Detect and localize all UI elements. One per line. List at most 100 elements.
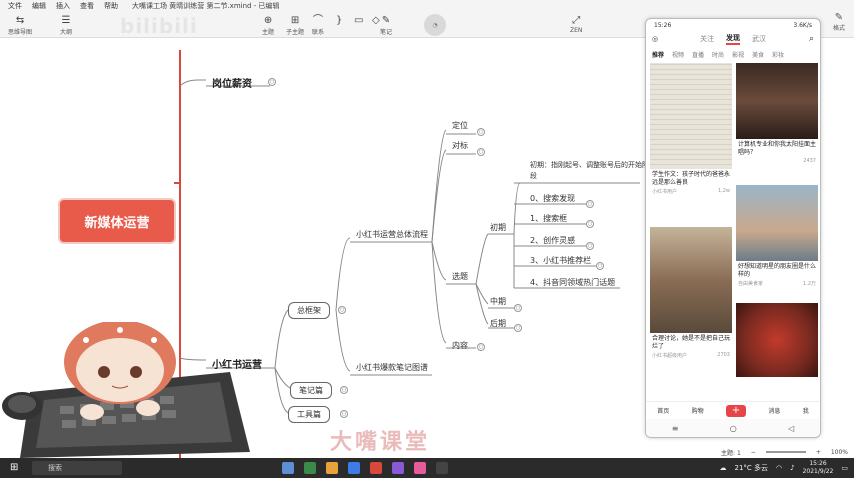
- cat-recommend[interactable]: 推荐: [652, 50, 664, 59]
- collapse-toggle[interactable]: ○: [586, 220, 594, 228]
- phone-search-icon[interactable]: ⌕: [809, 34, 814, 44]
- zoom-out-icon[interactable]: −: [751, 449, 756, 456]
- feed-card[interactable]: 学生作文：孩子时代的爸爸永远是那么善良 小红书用户 1,2w: [650, 63, 732, 223]
- folder-icon[interactable]: [326, 462, 338, 474]
- app-icon[interactable]: [304, 462, 316, 474]
- menu-edit[interactable]: 编辑: [32, 1, 46, 11]
- topic-label: 主题: [262, 29, 275, 36]
- menu-icon[interactable]: ≡: [672, 424, 679, 433]
- home-icon[interactable]: ○: [730, 424, 737, 433]
- taskbar-search[interactable]: 搜索: [32, 461, 122, 475]
- cat-fashion[interactable]: 时尚: [712, 50, 724, 59]
- topic-button[interactable]: ⊕ 主题: [262, 15, 274, 36]
- back-icon[interactable]: ◁: [788, 424, 794, 433]
- note-label: 笔记: [380, 29, 393, 36]
- nav-shop[interactable]: 购物: [692, 406, 704, 415]
- feed-card[interactable]: [736, 303, 818, 377]
- zoom-slider[interactable]: [765, 451, 806, 453]
- nav-me[interactable]: 我: [803, 406, 809, 415]
- collapse-toggle[interactable]: ○: [340, 410, 348, 418]
- relation-button[interactable]: ⌒ 联系: [312, 15, 324, 36]
- outline-view-button[interactable]: ☰ 大纲: [60, 15, 72, 36]
- label-button[interactable]: ◇: [372, 15, 380, 27]
- feed-card[interactable]: 好想知道明星的朋友圈是什么样的 自由美食家 1.2万: [736, 185, 818, 299]
- cat-food[interactable]: 美食: [752, 50, 764, 59]
- cat-makeup[interactable]: 彩妆: [772, 50, 784, 59]
- topic-douyin-hot[interactable]: 4、抖音同领域热门话题: [530, 277, 615, 288]
- topic-tools[interactable]: 工具篇: [288, 406, 330, 423]
- collapse-toggle[interactable]: ○: [514, 304, 522, 312]
- weather-text[interactable]: 21°C 多云: [735, 463, 769, 473]
- topic-early-stage[interactable]: 初期: [490, 222, 506, 233]
- boundary-button[interactable]: ▭: [354, 15, 363, 27]
- cat-video[interactable]: 视频: [672, 50, 684, 59]
- collapse-toggle[interactable]: ○: [340, 386, 348, 394]
- menu-file[interactable]: 文件: [8, 1, 22, 11]
- collapse-toggle[interactable]: ○: [596, 262, 604, 270]
- menu-view[interactable]: 查看: [80, 1, 94, 11]
- topic-mid-stage[interactable]: 中期: [490, 296, 506, 307]
- tab-local[interactable]: 武汉: [752, 34, 766, 44]
- collapse-toggle[interactable]: ○: [586, 242, 594, 250]
- windows-start-icon[interactable]: ⊞: [10, 462, 18, 473]
- topic-hit-notes-map[interactable]: 小红书爆款笔记图谱: [356, 362, 428, 373]
- zoom-in-icon[interactable]: +: [816, 449, 821, 456]
- early-stage-note-line2[interactable]: 段: [530, 171, 537, 181]
- zen-button[interactable]: ⤢ ZEN: [570, 15, 582, 34]
- menu-insert[interactable]: 插入: [56, 1, 70, 11]
- collapse-toggle[interactable]: ○: [268, 78, 276, 86]
- tab-follow[interactable]: 关注: [700, 34, 714, 44]
- nav-messages[interactable]: 消息: [768, 406, 780, 415]
- app-icon[interactable]: [392, 462, 404, 474]
- cat-movie[interactable]: 影视: [732, 50, 744, 59]
- app-icon[interactable]: [414, 462, 426, 474]
- feed-card[interactable]: 计算机专业和你我太阳挂面主唱吗？ 2437: [736, 63, 818, 181]
- tab-discover[interactable]: 发现: [726, 33, 740, 45]
- phone-camera-icon[interactable]: ◎: [652, 35, 658, 43]
- topic-content[interactable]: 内容: [452, 340, 468, 351]
- feed-card[interactable]: 合理讨论，她是不是把自己玩烂了 小红书超级用户 2703: [650, 227, 732, 377]
- clock[interactable]: 15:26 2021/9/22: [803, 460, 834, 476]
- volume-icon[interactable]: ♪: [790, 464, 794, 472]
- collapse-toggle[interactable]: ○: [477, 148, 485, 156]
- early-stage-note[interactable]: 初期：指刚起号、调整账号后的开始阶: [530, 160, 649, 170]
- nav-home[interactable]: 首页: [657, 406, 669, 415]
- format-panel-button[interactable]: ✎ 格式: [824, 12, 854, 38]
- notification-icon[interactable]: ▭: [841, 464, 848, 472]
- collapse-toggle[interactable]: ○: [514, 324, 522, 332]
- nav-publish-button[interactable]: +: [725, 404, 746, 417]
- topic-framework[interactable]: 总框架: [288, 302, 330, 319]
- collapse-toggle[interactable]: ○: [338, 306, 346, 314]
- network-icon[interactable]: ◠: [776, 464, 782, 472]
- browser-icon[interactable]: [348, 462, 360, 474]
- weather-icon[interactable]: ☁: [720, 464, 727, 472]
- cat-live[interactable]: 直播: [692, 50, 704, 59]
- summary-button[interactable]: }: [336, 15, 342, 27]
- collapse-toggle[interactable]: ○: [586, 200, 594, 208]
- topic-selection[interactable]: 选题: [452, 271, 468, 282]
- user-avatar[interactable]: ◔: [424, 14, 446, 36]
- topic-salary[interactable]: 岗位薪资: [212, 75, 252, 90]
- topic-late-stage[interactable]: 后期: [490, 318, 506, 329]
- topic-creative-inspiration[interactable]: 2、创作灵感: [530, 235, 575, 246]
- task-view-icon[interactable]: [282, 462, 294, 474]
- topic-overall-process[interactable]: 小红书运营总体流程: [356, 229, 428, 240]
- topic-recommend-bar[interactable]: 3、小红书推荐栏: [530, 255, 591, 266]
- note-button[interactable]: ✎ 笔记: [380, 15, 392, 36]
- collapse-toggle[interactable]: ○: [477, 343, 485, 351]
- xmind-icon[interactable]: [370, 462, 382, 474]
- app-icon[interactable]: [436, 462, 448, 474]
- topic-search-discover[interactable]: 0、搜索发现: [530, 193, 575, 204]
- topic-search-box[interactable]: 1、搜索框: [530, 213, 567, 224]
- topic-notes[interactable]: 笔记篇: [290, 382, 332, 399]
- menu-help[interactable]: 帮助: [104, 1, 118, 11]
- collapse-toggle[interactable]: ○: [477, 128, 485, 136]
- topic-positioning[interactable]: 定位: [452, 120, 468, 131]
- zoom-level: 100%: [830, 448, 848, 456]
- mindmap-view-button[interactable]: ⇆ 思维导图: [8, 15, 32, 36]
- subtopic-label: 子主题: [286, 29, 305, 36]
- topic-benchmark[interactable]: 对标: [452, 140, 468, 151]
- subtopic-button[interactable]: ⊞ 子主题: [286, 15, 304, 36]
- phone-mirror-window[interactable]: 15:26 3.6K/s ◎ 关注 发现 武汉 ⌕ 推荐 视频 直播 时尚 影视…: [645, 18, 821, 438]
- root-topic[interactable]: 新媒体运营: [60, 200, 174, 242]
